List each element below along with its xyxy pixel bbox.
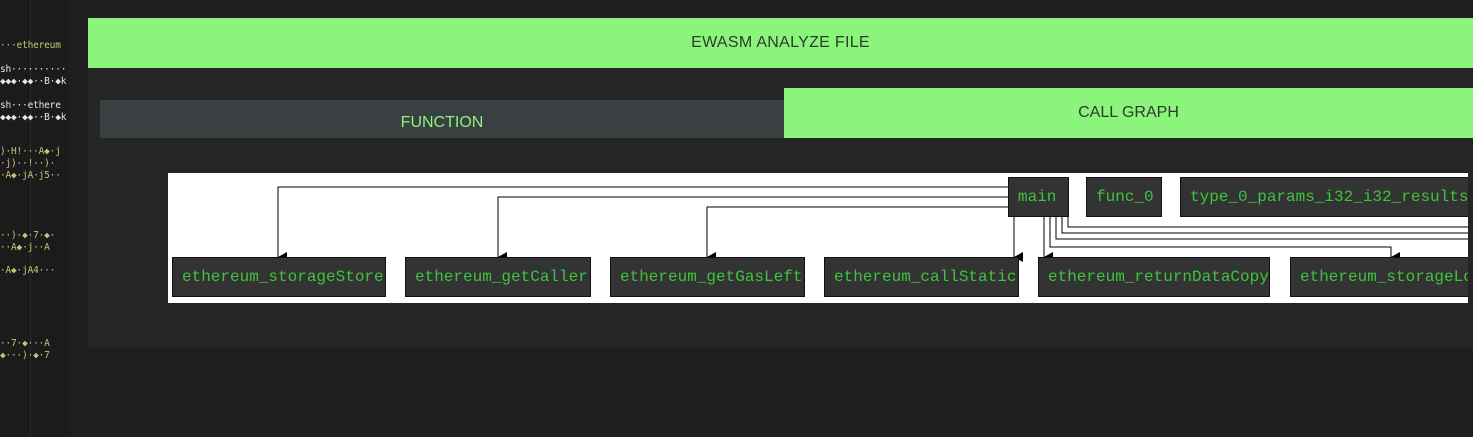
- edge-main-offscreen: [1055, 217, 1468, 240]
- graph-node-call-static[interactable]: ethereum_callStatic: [824, 257, 1019, 297]
- graph-node-type-0[interactable]: type_0_params_i32_i32_results_: [1180, 177, 1468, 217]
- graph-node-storage-store[interactable]: ethereum_storageStore: [172, 257, 386, 297]
- edge-main-storageLoad: [1049, 217, 1400, 262]
- hex-line: ·A◆·jA·j5··: [0, 170, 61, 181]
- graph-node-get-caller[interactable]: ethereum_getCaller: [405, 257, 591, 297]
- graph-node-get-gas-left[interactable]: ethereum_getGasLeft: [610, 257, 805, 297]
- tab-call-graph[interactable]: CALL GRAPH: [784, 88, 1473, 138]
- analyze-panel: EWASM ANALYZE FILE FUNCTION CALL GRAPH m…: [88, 18, 1473, 348]
- edge-main-getGasLeft: [706, 206, 1008, 262]
- hex-line: ···ethereum: [0, 40, 61, 51]
- edge-main-offscreen: [1061, 217, 1468, 234]
- hex-line: ··A◆·j··A: [0, 242, 50, 253]
- panel-title: EWASM ANALYZE FILE: [88, 18, 1473, 68]
- hex-dump-view: ···ethereum sh·········· ◆◆◆·◆◆··B·◆k sh…: [0, 0, 68, 437]
- call-graph-canvas: main func_0 type_0_params_i32_i32_result…: [168, 173, 1468, 303]
- tab-function-label: FUNCTION: [400, 114, 484, 131]
- hex-line: ◆◆◆·◆◆··B·◆k: [0, 76, 67, 87]
- edge-main-offscreen: [1067, 217, 1468, 228]
- hex-line: )·H!···A◆·j: [0, 146, 61, 157]
- hex-line: sh··········: [0, 64, 67, 75]
- graph-node-return-data-copy[interactable]: ethereum_returnDataCopy: [1038, 257, 1270, 297]
- hex-line: ··7·◆···A: [0, 338, 50, 349]
- hex-line: ◆···)·◆·7: [0, 350, 50, 361]
- graph-node-storage-load[interactable]: ethereum_storageLoa: [1290, 257, 1468, 297]
- hex-line: ·A◆·jA4···: [0, 265, 56, 276]
- hex-line: sh···ethere: [0, 100, 61, 111]
- hex-line: ·j)··!··)·: [0, 158, 56, 169]
- edge-main-getCaller: [497, 196, 1008, 262]
- graph-node-func-0[interactable]: func_0: [1086, 177, 1162, 217]
- graph-node-main[interactable]: main: [1008, 177, 1069, 217]
- tab-function[interactable]: FUNCTION: [100, 100, 784, 138]
- tab-call-graph-label: CALL GRAPH: [1078, 104, 1179, 121]
- hex-line: ··)·◆·7·◆·: [0, 230, 56, 241]
- hex-line: ◆◆◆·◆◆··B·◆k: [0, 112, 67, 123]
